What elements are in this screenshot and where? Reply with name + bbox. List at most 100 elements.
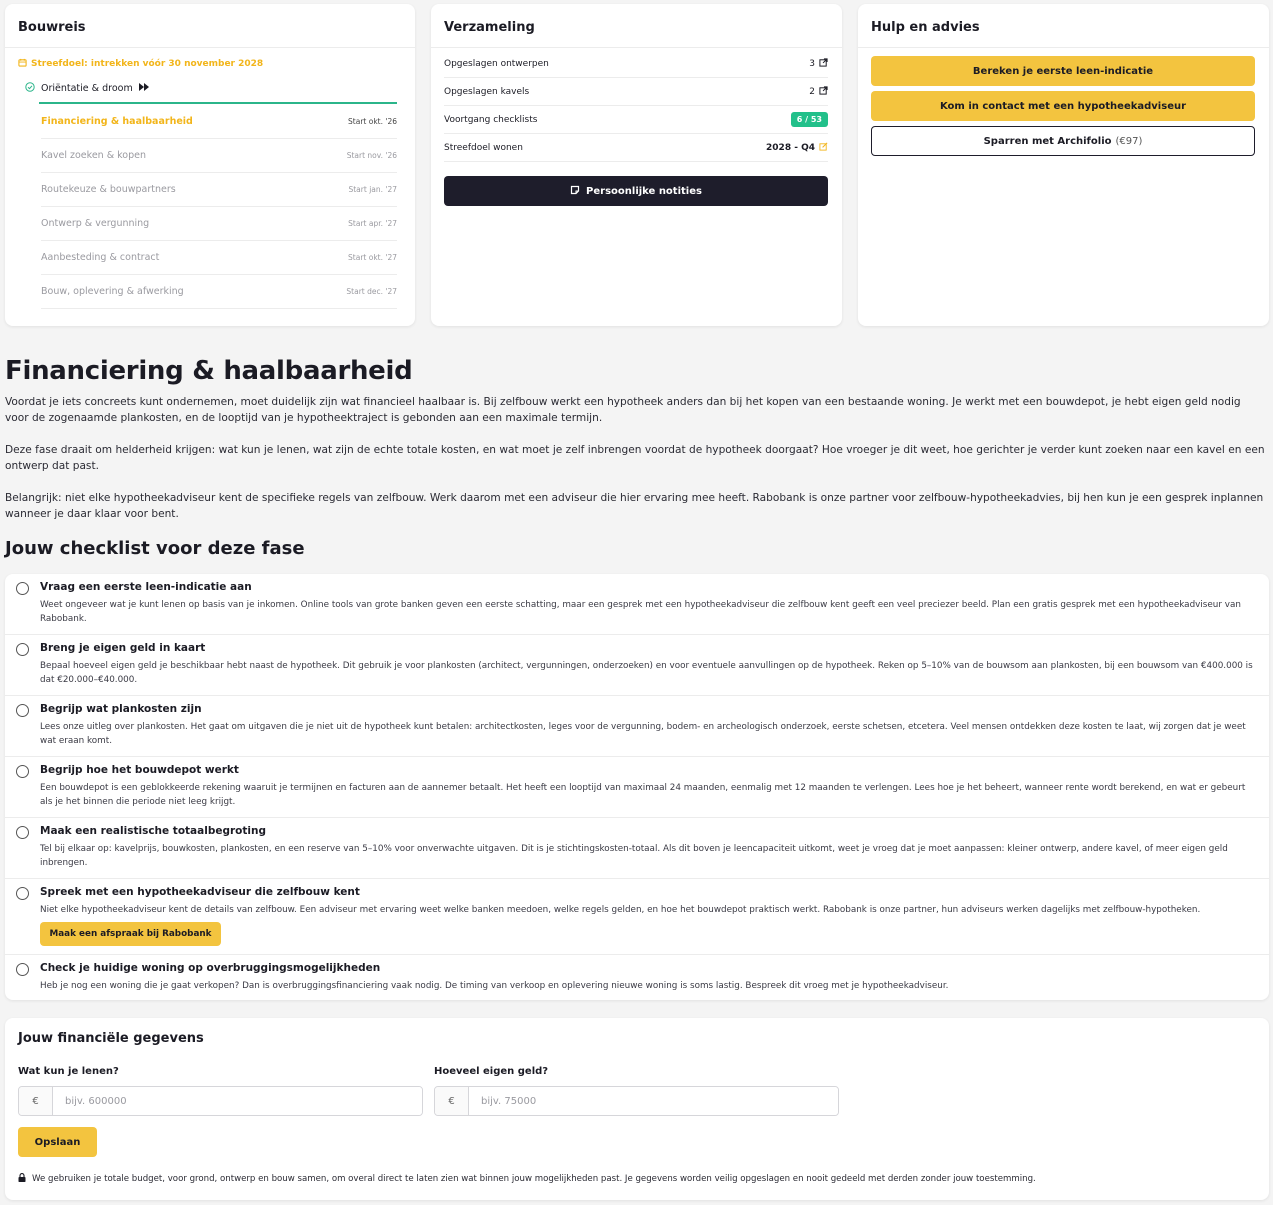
goal-text: Streefdoel: intrekken vóór 30 november 2… <box>31 59 264 69</box>
phase-label: Kavel zoeken & kopen <box>41 150 147 161</box>
item-description: Heb je nog een woning die je gaat verkop… <box>40 981 949 991</box>
progress-badge: 6 / 53 <box>790 112 828 127</box>
row-value: 3 <box>809 58 815 69</box>
row-value: 2028 - Q4 <box>766 142 815 153</box>
row-label: Opgeslagen ontwerpen <box>444 58 549 69</box>
checkbox-radio[interactable] <box>16 643 29 656</box>
phase-start: Start nov. '26 <box>346 151 397 160</box>
phase-start: Start okt. '26 <box>348 117 397 126</box>
intro-paragraph-1: Voordat je iets concreets kunt onderneme… <box>5 396 1241 424</box>
checklist-item: Check je huidige woning op overbruggings… <box>5 955 1269 1000</box>
phase-start: Start dec. '27 <box>346 287 397 296</box>
button-label: Sparren met Archifolio <box>983 135 1112 147</box>
currency-prefix: € <box>435 1087 469 1115</box>
checkbox-radio[interactable] <box>16 765 29 778</box>
currency-prefix: € <box>19 1087 53 1115</box>
own-money-input[interactable] <box>469 1087 838 1115</box>
lock-icon <box>18 1173 26 1185</box>
bouwreis-card: Bouwreis Streefdoel: intrekken vóór 30 n… <box>5 4 415 326</box>
external-link-icon[interactable] <box>819 57 828 70</box>
financial-card: Jouw financiële gegevens Wat kun je lene… <box>5 1018 1269 1200</box>
phase-item-financiering[interactable]: Financiering & haalbaarheid Start okt. '… <box>41 105 397 139</box>
checklist-item: Vraag een eerste leen-indicatie aan Weet… <box>5 574 1269 635</box>
item-description: Lees onze uitleg over plankosten. Het ga… <box>40 722 1246 746</box>
phase-item-kavel[interactable]: Kavel zoeken & kopen Start nov. '26 <box>41 139 397 173</box>
verzameling-card: Verzameling Opgeslagen ontwerpen 3 Opges… <box>431 4 842 326</box>
row-label: Streefdoel wonen <box>444 142 523 153</box>
save-button[interactable]: Opslaan <box>18 1127 97 1157</box>
checklist-item: Breng je eigen geld in kaart Bepaal hoev… <box>5 635 1269 696</box>
phase-start: Start apr. '27 <box>348 219 397 228</box>
saved-designs-row[interactable]: Opgeslagen ontwerpen 3 <box>444 50 828 78</box>
button-price: (€97) <box>1115 135 1143 147</box>
calendar-icon <box>18 58 27 70</box>
checkbox-radio[interactable] <box>16 826 29 839</box>
own-money-label: Hoeveel eigen geld? <box>434 1066 549 1077</box>
phase-label: Oriëntatie & droom <box>41 83 133 94</box>
phase-start: Start jan. '27 <box>348 185 397 194</box>
goal-line: Streefdoel: intrekken vóór 30 november 2… <box>18 58 263 70</box>
personal-notes-button[interactable]: Persoonlijke notities <box>444 176 828 206</box>
checklist-item: Maak een realistische totaalbegroting Te… <box>5 818 1269 879</box>
hulp-title: Hulp en advies <box>858 4 1269 48</box>
item-title: Begrijp hoe het bouwdepot werkt <box>40 764 239 776</box>
checklist-item: Spreek met een hypotheekadviseur die zel… <box>5 879 1269 955</box>
progress-line <box>39 102 397 104</box>
verzameling-title: Verzameling <box>431 4 842 48</box>
notes-label: Persoonlijke notities <box>586 185 702 197</box>
item-title: Maak een realistische totaalbegroting <box>40 825 266 837</box>
financial-title: Jouw financiële gegevens <box>18 1031 204 1046</box>
phase-item-bouw[interactable]: Bouw, oplevering & afwerking Start dec. … <box>41 275 397 309</box>
checkbox-radio[interactable] <box>16 963 29 976</box>
loan-input[interactable] <box>53 1087 422 1115</box>
checklist-card: Vraag een eerste leen-indicatie aan Weet… <box>5 574 1269 1000</box>
item-title: Spreek met een hypotheekadviseur die zel… <box>40 886 360 898</box>
row-value: 2 <box>809 86 815 97</box>
spar-archifolio-button[interactable]: Sparren met Archifolio (€97) <box>871 126 1255 156</box>
item-description: Niet elke hypotheekadviseur kent de deta… <box>40 905 1201 915</box>
contact-advisor-button[interactable]: Kom in contact met een hypotheekadviseur <box>871 91 1255 121</box>
intro-paragraph-2: Deze fase draait om helderheid krijgen: … <box>5 444 1265 472</box>
item-title: Begrijp wat plankosten zijn <box>40 703 202 715</box>
item-description: Bepaal hoeveel eigen geld je beschikbaar… <box>40 661 1253 685</box>
phase-label: Ontwerp & vergunning <box>41 218 150 229</box>
phase-item-routekeuze[interactable]: Routekeuze & bouwpartners Start jan. '27 <box>41 173 397 207</box>
hulp-card: Hulp en advies Bereken je eerste leen-in… <box>858 4 1269 326</box>
checkbox-radio[interactable] <box>16 887 29 900</box>
phase-label: Aanbesteding & contract <box>41 252 160 263</box>
loan-input-group: € <box>18 1086 423 1116</box>
checklist-item: Begrijp hoe het bouwdepot werkt Een bouw… <box>5 757 1269 818</box>
intro-paragraph-3: Belangrijk: niet elke hypotheekadviseur … <box>5 492 1264 520</box>
checklist-title: Jouw checklist voor deze fase <box>5 538 305 559</box>
checklist-item: Begrijp wat plankosten zijn Lees onze ui… <box>5 696 1269 757</box>
check-circle-icon <box>25 82 35 95</box>
phase-item-aanbesteding[interactable]: Aanbesteding & contract Start okt. '27 <box>41 241 397 275</box>
target-goal-row[interactable]: Streefdoel wonen 2028 - Q4 <box>444 134 828 162</box>
row-label: Opgeslagen kavels <box>444 86 530 97</box>
phase-label: Financiering & haalbaarheid <box>41 116 193 127</box>
loan-label: Wat kun je lenen? <box>18 1066 119 1077</box>
privacy-note: We gebruiken je totale budget, voor gron… <box>18 1173 1258 1185</box>
page-title: Financiering & haalbaarheid <box>5 356 413 386</box>
item-title: Vraag een eerste leen-indicatie aan <box>40 581 252 593</box>
row-label: Voortgang checklists <box>444 114 538 125</box>
fast-forward-icon <box>138 83 149 94</box>
phase-label: Bouw, oplevering & afwerking <box>41 286 184 297</box>
checkbox-radio[interactable] <box>16 582 29 595</box>
own-money-input-group: € <box>434 1086 839 1116</box>
item-description: Tel bij elkaar op: kavelprijs, bouwkoste… <box>40 844 1228 868</box>
external-link-icon[interactable] <box>819 85 828 98</box>
checkbox-radio[interactable] <box>16 704 29 717</box>
rabobank-appointment-button[interactable]: Maak een afspraak bij Rabobank <box>40 922 221 946</box>
item-description: Weet ongeveer wat je kunt lenen op basis… <box>40 600 1241 624</box>
phase-start: Start okt. '27 <box>348 253 397 262</box>
phase-label: Routekeuze & bouwpartners <box>41 184 176 195</box>
phase-item-ontwerp[interactable]: Ontwerp & vergunning Start apr. '27 <box>41 207 397 241</box>
item-title: Check je huidige woning op overbruggings… <box>40 962 381 974</box>
loan-indication-button[interactable]: Bereken je eerste leen-indicatie <box>871 56 1255 86</box>
bouwreis-title: Bouwreis <box>5 4 415 48</box>
phase-item-orientatie[interactable]: Oriëntatie & droom <box>25 82 397 95</box>
saved-plots-row[interactable]: Opgeslagen kavels 2 <box>444 78 828 106</box>
edit-icon[interactable] <box>819 142 828 154</box>
checklist-progress-row: Voortgang checklists 6 / 53 <box>444 106 828 134</box>
